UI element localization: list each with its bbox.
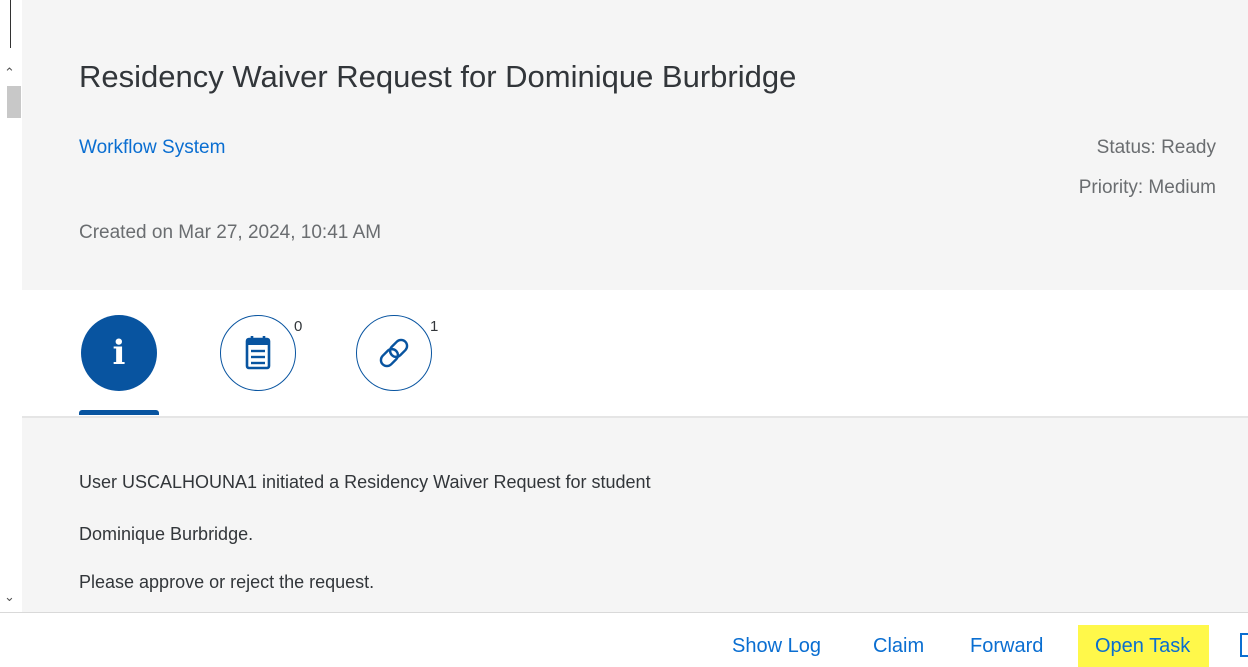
tab-info[interactable]: i (81, 315, 157, 391)
task-description: User USCALHOUNA1 initiated a Residency W… (22, 418, 1248, 612)
task-detail-window: ⌃ ⌄ Residency Waiver Request for Dominiq… (0, 0, 1248, 667)
info-icon: i (112, 333, 126, 373)
notes-count-badge: 0 (294, 318, 303, 335)
page-title: Residency Waiver Request for Dominique B… (79, 59, 797, 94)
scroll-up-icon[interactable]: ⌃ (4, 66, 15, 79)
attachments-count-badge: 1 (430, 318, 439, 335)
open-task-label: Open Task (1095, 635, 1191, 657)
scroll-down-icon[interactable]: ⌄ (4, 590, 15, 603)
description-line: Dominique Burbridge. (79, 524, 254, 544)
left-scrollbar[interactable]: ⌃ ⌄ (0, 0, 23, 612)
created-date: Created on Mar 27, 2024, 10:41 AM (79, 222, 382, 243)
workflow-system-link[interactable]: Workflow System (79, 137, 225, 159)
selected-tab-indicator (79, 410, 159, 415)
link-icon (379, 338, 409, 368)
tab-attachments[interactable] (356, 315, 432, 391)
scrollbar-thumb[interactable] (7, 86, 21, 118)
overflow-button-edge[interactable] (1240, 633, 1248, 657)
icon-tab-bar: i 0 1 (22, 290, 1248, 418)
open-task-button[interactable]: Open Task (1078, 625, 1209, 667)
forward-button[interactable]: Forward (970, 635, 1043, 658)
description-line: Please approve or reject the request. (79, 572, 375, 592)
priority-text: Priority: Medium (1078, 177, 1216, 198)
tab-notes[interactable] (220, 315, 296, 391)
action-footer: Show Log Claim Forward Open Task (0, 612, 1248, 667)
description-line: User USCALHOUNA1 initiated a Residency W… (79, 472, 651, 492)
notes-icon (245, 336, 271, 370)
scrollbar-top-edge (0, 0, 11, 48)
task-header: Residency Waiver Request for Dominique B… (22, 0, 1248, 290)
show-log-button[interactable]: Show Log (732, 635, 821, 658)
claim-button[interactable]: Claim (873, 635, 924, 658)
status-text: Status: Ready (1096, 137, 1216, 158)
